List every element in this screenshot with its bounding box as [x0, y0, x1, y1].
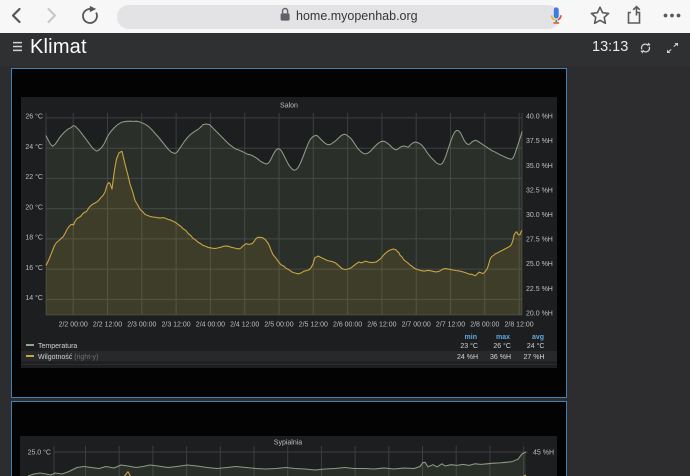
svg-text:2/2 12:00: 2/2 12:00 — [93, 322, 122, 329]
svg-text:Salon: Salon — [280, 103, 298, 110]
svg-text:24 %H: 24 %H — [457, 354, 478, 361]
svg-text:24 °C: 24 °C — [527, 342, 545, 350]
svg-text:26 °C: 26 °C — [493, 342, 511, 350]
svg-text:2/8 00:00: 2/8 00:00 — [470, 322, 499, 329]
svg-text:22 °C: 22 °C — [25, 173, 43, 181]
svg-text:25.0 %H: 25.0 %H — [526, 261, 553, 268]
svg-text:22.5 %H: 22.5 %H — [526, 286, 553, 293]
svg-text:30.0 %H: 30.0 %H — [526, 212, 553, 219]
svg-text:27.5 %H: 27.5 %H — [526, 237, 553, 244]
svg-text:40.0 %H: 40.0 %H — [526, 114, 553, 121]
svg-text:2/7 00:00: 2/7 00:00 — [402, 322, 431, 329]
svg-text:Sypialnia: Sypialnia — [274, 440, 303, 447]
svg-text:2/2 00:00: 2/2 00:00 — [59, 322, 88, 329]
svg-text:23 °C: 23 °C — [460, 342, 478, 350]
svg-text:2/6 12:00: 2/6 12:00 — [367, 322, 396, 329]
svg-text:18 °C: 18 °C — [25, 234, 43, 242]
svg-text:2/4 00:00: 2/4 00:00 — [196, 322, 225, 329]
svg-text:min: min — [465, 334, 477, 341]
svg-text:2/5 00:00: 2/5 00:00 — [264, 322, 293, 329]
svg-text:24 °C: 24 °C — [25, 143, 43, 151]
svg-text:avg: avg — [532, 334, 544, 341]
svg-text:16 °C: 16 °C — [25, 264, 43, 272]
svg-text:2/7 12:00: 2/7 12:00 — [436, 322, 465, 329]
svg-text:2/3 12:00: 2/3 12:00 — [161, 322, 190, 329]
svg-text:20.0 %H: 20.0 %H — [526, 310, 553, 317]
svg-text:35.0 %H: 35.0 %H — [526, 163, 553, 170]
svg-text:2/3 00:00: 2/3 00:00 — [127, 322, 156, 329]
svg-text:2/6 00:00: 2/6 00:00 — [333, 322, 362, 329]
svg-text:Temperatura: Temperatura — [38, 343, 77, 350]
svg-text:max: max — [496, 334, 510, 341]
svg-text:27 %H: 27 %H — [523, 354, 544, 361]
svg-text:14 °C: 14 °C — [25, 294, 43, 302]
svg-text:37.5 %H: 37.5 %H — [526, 138, 553, 145]
svg-text:36 %H: 36 %H — [490, 354, 511, 361]
svg-text:20 °C: 20 °C — [25, 203, 43, 211]
svg-text:Wilgotność (right-y): Wilgotność (right-y) — [38, 354, 98, 361]
svg-text:2/5 12:00: 2/5 12:00 — [299, 322, 328, 329]
svg-text:32.5 %H: 32.5 %H — [526, 187, 553, 194]
svg-text:2/4 12:00: 2/4 12:00 — [230, 322, 259, 329]
svg-text:26 °C: 26 °C — [25, 113, 43, 121]
svg-text:25.0 °C: 25.0 °C — [28, 449, 51, 457]
svg-text:45 %H: 45 %H — [533, 450, 554, 457]
svg-text:2/8 12:00: 2/8 12:00 — [504, 322, 533, 329]
